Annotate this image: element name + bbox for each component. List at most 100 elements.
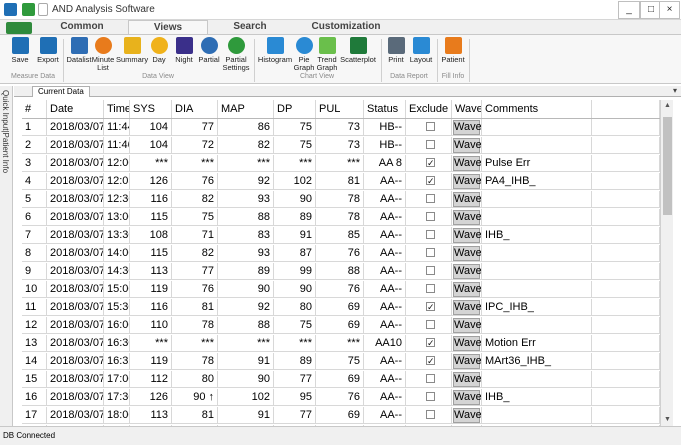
wave-button[interactable]: Wave [453, 282, 481, 297]
table-row[interactable]: 82018/03/0714:0011582938776AA-- Wave [22, 245, 660, 262]
partial-button[interactable]: Partial [197, 37, 221, 64]
night-button[interactable]: Night [172, 37, 196, 64]
wave-button[interactable]: Wave [453, 246, 481, 261]
col-header-date[interactable]: Date [47, 100, 104, 118]
exclude-checkbox[interactable] [426, 140, 435, 149]
exclude-checkbox[interactable] [426, 194, 435, 203]
table-row[interactable]: 72018/03/0713:3010871839185AA-- WaveIHB_ [22, 227, 660, 244]
pie-graph-button[interactable]: Pie Graph [293, 37, 315, 72]
wave-button[interactable]: Wave [453, 174, 481, 189]
collapse-ribbon-icon[interactable]: ▾ [673, 86, 677, 95]
wave-button[interactable]: Wave [453, 120, 481, 135]
table-row[interactable]: 132018/03/0716:30***************AA10✓Wav… [22, 335, 660, 352]
table-row[interactable]: 122018/03/0716:0011078887569AA-- Wave [22, 317, 660, 334]
table-row[interactable]: 32018/03/0712:00***************AA 8✓Wave… [22, 155, 660, 172]
table-row[interactable]: 142018/03/0716:3211978918975AA-- ✓ WaveMAr… [22, 353, 660, 370]
exclude-checkbox[interactable] [426, 122, 435, 131]
app-menu-button[interactable] [6, 22, 32, 34]
col-header-sys[interactable]: SYS [130, 100, 172, 118]
summary-button[interactable]: Summary [116, 37, 148, 64]
tab-customization[interactable]: Customization [296, 20, 396, 35]
scroll-thumb[interactable] [663, 117, 672, 215]
wave-button[interactable]: Wave [453, 354, 481, 369]
datalist-button[interactable]: Datalist [65, 37, 93, 64]
close-button[interactable]: × [659, 1, 680, 19]
col-header-wave[interactable]: Wave [452, 100, 482, 118]
scroll-down-icon[interactable]: ▼ [661, 414, 674, 426]
partial-settings-button[interactable]: Partial Settings [221, 37, 251, 72]
day-button[interactable]: Day [148, 37, 170, 64]
side-panel-tab[interactable]: Quick Input|Patient Info [0, 86, 13, 426]
table-row[interactable]: 12018/03/0711:4410477867573HB-- Wave [22, 119, 660, 136]
comment-cell [482, 191, 592, 207]
wave-button[interactable]: Wave [453, 228, 481, 243]
exclude-checkbox[interactable]: ✓ [426, 158, 435, 168]
scatterplot-button[interactable]: Scatterplot [339, 37, 377, 64]
col-header-comments[interactable]: Comments [482, 100, 592, 118]
wave-button[interactable]: Wave [453, 210, 481, 225]
quick-access-menu-icon[interactable] [38, 3, 48, 16]
col-header-blank[interactable] [592, 100, 660, 118]
print-button[interactable]: Print [384, 37, 408, 64]
table-row[interactable]: 152018/03/0717:0011280907769AA-- Wave [22, 371, 660, 388]
trend-graph-button[interactable]: Trend Graph [316, 37, 338, 72]
wave-button[interactable]: Wave [453, 138, 481, 153]
minute-list-button[interactable]: Minute List [91, 37, 115, 72]
col-header-dp[interactable]: DP [274, 100, 316, 118]
tab-common[interactable]: Common [42, 20, 122, 35]
quick-access-icon[interactable] [22, 3, 35, 16]
n-cell: 12 [22, 317, 47, 333]
wave-button[interactable]: Wave [453, 156, 481, 171]
wave-button[interactable]: Wave [453, 390, 481, 405]
n-cell: 8 [22, 245, 47, 261]
minimize-button[interactable]: _ [618, 1, 640, 19]
col-header-exclude[interactable]: Exclude [406, 100, 452, 118]
table-row[interactable]: 22018/03/0711:4610472827573HB-- Wave [22, 137, 660, 154]
tab-current-data[interactable]: Current Data [32, 86, 90, 97]
exclude-checkbox[interactable] [426, 248, 435, 257]
col-header-number[interactable]: # [22, 100, 47, 118]
table-row[interactable]: 102018/03/0715:0011976909076AA--Wave [22, 281, 660, 298]
wave-button[interactable]: Wave [453, 192, 481, 207]
col-header-time[interactable]: Time [104, 100, 130, 118]
export-button[interactable]: Export [34, 37, 62, 64]
table-row[interactable]: 62018/03/0713:0011575888978AA-- Wave [22, 209, 660, 226]
wave-button[interactable]: Wave [453, 264, 481, 279]
exclude-checkbox[interactable] [426, 284, 435, 293]
exclude-checkbox[interactable] [426, 320, 435, 329]
table-row[interactable]: 92018/03/0714:3011377899988AA-- Wave [22, 263, 660, 280]
col-header-pul[interactable]: PUL [316, 100, 364, 118]
scroll-up-icon[interactable]: ▲ [661, 100, 674, 112]
wave-button[interactable]: Wave [453, 300, 481, 315]
exclude-checkbox[interactable]: ✓ [426, 356, 435, 366]
save-button[interactable]: Save [6, 37, 34, 64]
table-row[interactable]: 172018/03/0718:0011381917769AA-- Wave [22, 407, 660, 424]
wave-button[interactable]: Wave [453, 372, 481, 387]
exclude-checkbox[interactable] [426, 266, 435, 275]
exclude-checkbox[interactable] [426, 230, 435, 239]
exclude-checkbox[interactable] [426, 212, 435, 221]
table-row[interactable]: 42018/03/0712:03126769210281AA-- ✓ WavePA4… [22, 173, 660, 190]
blank-cell [592, 389, 660, 405]
tab-search[interactable]: Search [210, 20, 290, 35]
table-row[interactable]: 162018/03/0717:3012690 ↑1029576AA-- WaveI… [22, 389, 660, 406]
col-header-status[interactable]: Status [364, 100, 406, 118]
wave-button[interactable]: Wave [453, 408, 481, 423]
table-row[interactable]: 112018/03/0715:3011681928069AA-- ✓ WaveIPC… [22, 299, 660, 316]
wave-button[interactable]: Wave [453, 318, 481, 333]
table-row[interactable]: 52018/03/0712:3011682939078AA-- Wave [22, 191, 660, 208]
exclude-checkbox[interactable]: ✓ [426, 302, 435, 312]
exclude-checkbox[interactable]: ✓ [426, 176, 435, 186]
layout-button[interactable]: Layout [408, 37, 434, 64]
exclude-checkbox[interactable] [426, 392, 435, 401]
wave-button[interactable]: Wave [453, 336, 481, 351]
vertical-scrollbar[interactable]: ▲ ▼ [660, 100, 673, 426]
exclude-checkbox[interactable]: ✓ [426, 338, 435, 348]
histogram-button[interactable]: Histogram [257, 37, 293, 64]
col-header-dia[interactable]: DIA [172, 100, 218, 118]
col-header-map[interactable]: MAP [218, 100, 274, 118]
tab-views[interactable]: Views [128, 20, 208, 35]
patient-button[interactable]: Patient [440, 37, 466, 64]
exclude-checkbox[interactable] [426, 374, 435, 383]
exclude-checkbox[interactable] [426, 410, 435, 419]
